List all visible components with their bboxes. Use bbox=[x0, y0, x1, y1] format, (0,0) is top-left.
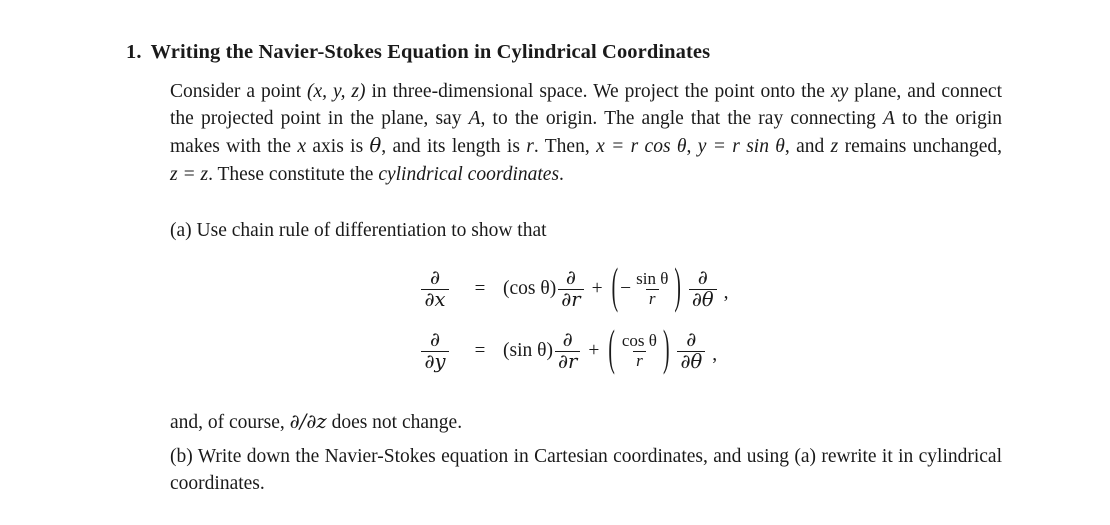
intro-text-6: axis is bbox=[306, 136, 370, 158]
eq2-coefficient: (sin θ) bbox=[503, 340, 553, 361]
equation-2-lhs: ∂ ∂y bbox=[413, 327, 457, 373]
left-paren-icon: ( bbox=[611, 260, 619, 315]
eq2-term1-numerator: ∂ bbox=[562, 327, 573, 351]
eq1-term1-numerator: ∂ bbox=[565, 265, 576, 289]
equation-2-rhs: (sin θ) ∂ ∂r + ( cos θ r ) ∂ ∂θ , bbox=[503, 323, 718, 377]
right-paren-icon: ) bbox=[674, 260, 681, 315]
r-symbol: r bbox=[526, 136, 534, 158]
eq1-operator: + bbox=[591, 278, 603, 299]
after-eq-text-1: and, of course, bbox=[170, 412, 290, 433]
eq1-coefficient: (cos θ) bbox=[503, 278, 557, 299]
intro-text-13: . bbox=[559, 163, 564, 185]
intro-paragraph: Consider a point (x, y, z) in three-dime… bbox=[170, 78, 1002, 188]
eq2-term2-denominator: ∂θ bbox=[677, 350, 706, 373]
intro-text-1: Consider a point bbox=[170, 81, 308, 102]
intro-text-7: , and its length is bbox=[381, 136, 527, 158]
xy-plane-label: xy bbox=[830, 81, 849, 102]
eq1-bracket-group: ( − sin θ r ) bbox=[610, 261, 683, 315]
eq1-trailing-punctuation: , bbox=[723, 282, 729, 304]
x-axis-label: x bbox=[297, 136, 307, 158]
cylindrical-coordinates-emphasis: cylindrical coordinates bbox=[378, 163, 560, 185]
after-equations-line: and, of course, ∂/∂z does not change. bbox=[170, 408, 1002, 436]
eq1-lhs-denominator: ∂x bbox=[421, 288, 449, 311]
eq2-trailing-punctuation: , bbox=[712, 344, 718, 366]
intro-text-8: . Then, bbox=[533, 136, 597, 158]
intro-text-4: , to the origin. The angle that the ray … bbox=[480, 108, 884, 130]
part-b-label: (b) bbox=[170, 446, 193, 467]
right-paren-icon: ) bbox=[662, 322, 670, 377]
eq2-bracket-numerator: cos θ bbox=[621, 331, 657, 351]
d-dz-derivative: ∂/∂z bbox=[289, 410, 327, 433]
eq1-relation: = bbox=[474, 278, 486, 299]
equation-d-dy: ∂ ∂y = (sin θ) ∂ ∂r + ( cos θ r) ∂ ∂θ , bbox=[0, 320, 1110, 382]
eq2-bracket-group: ( cos θ r ) bbox=[606, 323, 671, 377]
intro-text-2: in three-dimensional space. We project t… bbox=[365, 81, 831, 102]
equation-1-rhs: (cos θ) ∂ ∂r + ( − sin θ r ) ∂ ∂θ , bbox=[503, 261, 729, 315]
document-page: 1. Writing the Navier-Stokes Equation in … bbox=[0, 0, 1110, 525]
eq2-lhs-numerator: ∂ bbox=[429, 327, 441, 351]
display-equations: ∂ ∂x = (cos θ) ∂ ∂r + ( − sin θ r) ∂ ∂θ… bbox=[0, 258, 1110, 382]
eq2-lhs-denominator: ∂y bbox=[421, 350, 449, 373]
eq2-term2-numerator: ∂ bbox=[686, 327, 697, 351]
part-b-paragraph: (b) Write down the Navier-Stokes equatio… bbox=[170, 443, 1002, 497]
eq1-bracket-denominator: r bbox=[645, 288, 659, 308]
theta-symbol: θ bbox=[369, 134, 382, 158]
left-paren-icon: ( bbox=[608, 322, 615, 377]
point-name-a: A bbox=[468, 108, 481, 130]
eq2-relation: = bbox=[474, 340, 486, 361]
problem-title: Writing the Navier-Stokes Equation in Cy… bbox=[150, 41, 711, 63]
intro-text-9: , bbox=[686, 136, 698, 158]
relation-y: y = r sin θ bbox=[697, 136, 785, 158]
part-b-text: Write down the Navier-Stokes equation in… bbox=[170, 446, 1002, 495]
part-a-text: Use chain rule of differentiation to sho… bbox=[196, 220, 547, 241]
after-eq-text-2: does not change. bbox=[326, 412, 463, 433]
intro-text-11: remains unchanged, bbox=[838, 136, 1003, 158]
eq1-term2-numerator: ∂ bbox=[697, 265, 708, 289]
equation-1-lhs: ∂ ∂x bbox=[413, 265, 457, 311]
eq2-operator: + bbox=[588, 340, 600, 361]
intro-text-10: , and bbox=[784, 136, 831, 158]
eq2-bracket-denominator: r bbox=[633, 350, 646, 370]
relation-x: x = r cos θ bbox=[596, 136, 687, 158]
part-a-label: (a) bbox=[170, 220, 192, 241]
point-name-a-2: A bbox=[883, 108, 895, 130]
eq1-bracket-sign: − bbox=[620, 278, 632, 299]
eq1-lhs-numerator: ∂ bbox=[429, 265, 441, 289]
relation-z: z = z bbox=[170, 163, 209, 185]
eq1-term1-denominator: ∂r bbox=[558, 288, 584, 311]
eq1-bracket-numerator: sin θ bbox=[636, 269, 669, 289]
eq2-term1-denominator: ∂r bbox=[554, 350, 581, 373]
point-tuple: (x, y, z) bbox=[307, 81, 366, 102]
eq1-term2-denominator: ∂θ bbox=[688, 288, 717, 311]
equation-d-dx: ∂ ∂x = (cos θ) ∂ ∂r + ( − sin θ r) ∂ ∂θ… bbox=[0, 258, 1110, 320]
problem-number: 1. bbox=[126, 41, 142, 63]
problem-heading: 1. Writing the Navier-Stokes Equation in … bbox=[126, 41, 710, 64]
intro-text-12: . These constitute the bbox=[208, 163, 379, 185]
part-a-line: (a) Use chain rule of differentiation to… bbox=[170, 217, 1002, 244]
